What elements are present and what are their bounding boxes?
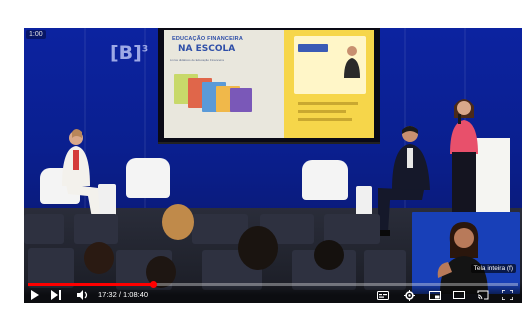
- stage-chair: [302, 160, 348, 200]
- volume-button[interactable]: [76, 289, 90, 301]
- settings-icon: [403, 289, 415, 301]
- b3-logo: [B]3: [110, 42, 149, 64]
- subtitles-button[interactable]: [376, 289, 390, 301]
- settings-button[interactable]: [402, 289, 416, 301]
- audience-head: [238, 226, 278, 270]
- progress-scrubber[interactable]: [149, 281, 157, 288]
- audience-head: [314, 240, 344, 270]
- volume-icon: [77, 290, 88, 300]
- audience-head: [162, 204, 194, 240]
- theater-icon: [453, 291, 465, 299]
- progress-bar[interactable]: [28, 281, 518, 288]
- video-player[interactable]: 1:00 [B]3 EDUCAÇÃO FINANCEIRA NA ESCOLA …: [24, 28, 522, 303]
- audience-seat: [74, 214, 118, 244]
- next-button[interactable]: [50, 289, 62, 301]
- stage-chair: [126, 158, 170, 198]
- play-button[interactable]: [28, 289, 40, 301]
- page: 1:00 [B]3 EDUCAÇÃO FINANCEIRA NA ESCOLA …: [0, 0, 526, 310]
- theater-mode-button[interactable]: [452, 289, 466, 301]
- cast-button[interactable]: [476, 289, 490, 301]
- audience-head: [84, 242, 114, 274]
- slide-title-line1: EDUCAÇÃO FINANCEIRA: [172, 36, 244, 42]
- slide-interpreter-figure: [342, 44, 368, 80]
- play-icon: [30, 290, 39, 300]
- slide-partner-logo: [298, 44, 328, 52]
- presentation-slide: EDUCAÇÃO FINANCEIRA NA ESCOLA Livros did…: [164, 30, 374, 138]
- miniplayer-button[interactable]: [428, 289, 442, 301]
- miniplayer-icon: [429, 290, 441, 300]
- corner-timestamp: 1:00: [26, 30, 46, 39]
- time-display: 17:32 / 1:08:40: [98, 290, 149, 299]
- fullscreen-button[interactable]: [500, 289, 514, 301]
- slide-subtitle: Livros didáticos de Educação Financeira: [170, 58, 224, 62]
- cast-icon: [477, 290, 489, 300]
- progress-bar-played: [28, 283, 153, 286]
- fullscreen-icon: [501, 290, 513, 300]
- next-icon: [51, 290, 61, 300]
- book-image: [230, 88, 252, 112]
- fullscreen-tooltip: Tela inteira (f): [470, 264, 516, 273]
- slide-title-line2: NA ESCOLA: [178, 44, 236, 54]
- subtitles-icon: [377, 290, 389, 300]
- audience-seat: [24, 214, 64, 244]
